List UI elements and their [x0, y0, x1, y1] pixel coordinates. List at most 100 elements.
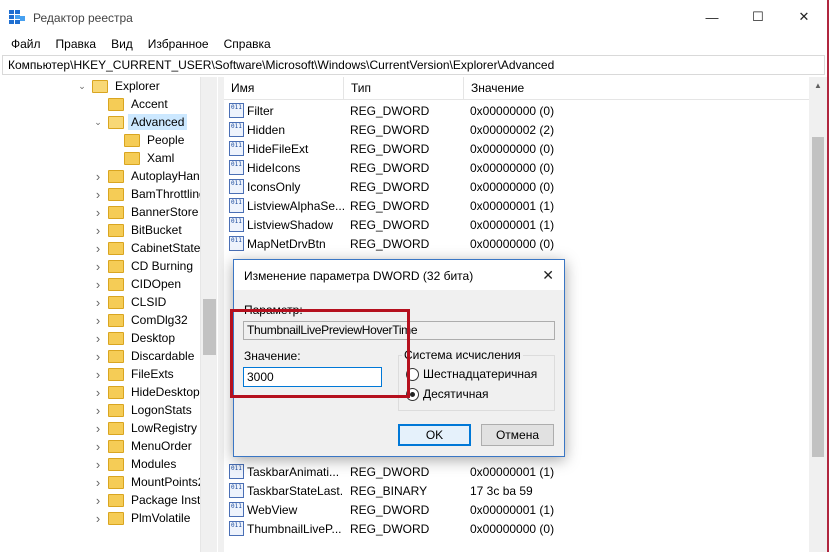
- radio-dec-icon[interactable]: [406, 387, 419, 401]
- table-row[interactable]: 011 110HideIcons REG_DWORD 0x00000000 (0): [224, 158, 809, 177]
- table-row[interactable]: 011 110IconsOnly REG_DWORD 0x00000000 (0): [224, 177, 809, 196]
- value-type: REG_DWORD: [350, 122, 430, 137]
- tree-item[interactable]: › MenuOrder: [92, 437, 195, 455]
- column-header-value[interactable]: Значение: [464, 77, 664, 100]
- chevron-right-icon[interactable]: ›: [92, 367, 104, 382]
- tree-item[interactable]: ⌄ Advanced: [92, 113, 188, 131]
- table-row[interactable]: 011 110MapNetDrvBtn REG_DWORD 0x00000000 (…: [224, 234, 809, 253]
- tree-item[interactable]: ⌄ Explorer: [76, 77, 163, 95]
- chevron-right-icon[interactable]: ›: [92, 511, 104, 526]
- tree-item[interactable]: › LogonStats: [92, 401, 195, 419]
- column-header-name[interactable]: Имя: [224, 77, 344, 100]
- chevron-right-icon[interactable]: ›: [92, 475, 104, 490]
- tree-item[interactable]: › Modules: [92, 455, 179, 473]
- dword-value-icon: 011 110: [229, 103, 244, 118]
- dword-value-icon: 011 110: [229, 217, 244, 232]
- cell-name: 011 110Filter: [224, 103, 344, 118]
- tree-item[interactable]: › CD Burning: [92, 257, 196, 275]
- tree-item[interactable]: › CabinetState: [92, 239, 203, 257]
- column-header-type[interactable]: Тип: [344, 77, 464, 100]
- tree-item[interactable]: › HideDesktopIc: [92, 383, 212, 401]
- chevron-right-icon[interactable]: ›: [92, 169, 104, 184]
- tree-item[interactable]: › BannerStore: [92, 203, 201, 221]
- table-row[interactable]: 011 110Hidden REG_DWORD 0x00000002 (2): [224, 120, 809, 139]
- table-row[interactable]: 011 110ListviewShadow REG_DWORD 0x00000001…: [224, 215, 809, 234]
- radio-hex-icon[interactable]: [406, 367, 419, 381]
- table-row[interactable]: 011 110ThumbnailLiveP... REG_DWORD 0x00000…: [224, 519, 809, 538]
- tree-item[interactable]: › PlmVolatile: [92, 509, 193, 527]
- table-row[interactable]: 011 110WebView REG_DWORD 0x00000001 (1): [224, 500, 809, 519]
- table-row[interactable]: 011 110ListviewAlphaSe... REG_DWORD 0x0000…: [224, 196, 809, 215]
- tree-item[interactable]: › AutoplayHand: [92, 167, 209, 185]
- chevron-right-icon[interactable]: ›: [92, 385, 104, 400]
- value-data: 0x00000000 (0): [470, 160, 555, 175]
- chevron-right-icon[interactable]: ›: [92, 331, 104, 346]
- table-row[interactable]: 011 110TaskbarStateLast... REG_BINARY 17 3…: [224, 481, 809, 500]
- radio-hex[interactable]: Шестнадцатеричная: [406, 367, 537, 381]
- chevron-right-icon[interactable]: ›: [92, 205, 104, 220]
- chevron-right-icon[interactable]: ›: [92, 493, 104, 508]
- tree-item[interactable]: › FileExts: [92, 365, 177, 383]
- chevron-right-icon[interactable]: ›: [92, 259, 104, 274]
- tree-scrollbar[interactable]: [200, 77, 217, 552]
- table-row[interactable]: 011 110TaskbarAnimati... REG_DWORD 0x00000…: [224, 462, 809, 481]
- tree-item[interactable]: › BitBucket: [92, 221, 185, 239]
- tree-item[interactable]: Accent: [92, 95, 171, 113]
- chevron-right-icon[interactable]: ›: [92, 187, 104, 202]
- tree-item-label: PlmVolatile: [131, 511, 191, 525]
- tree-item[interactable]: › Package Instal: [92, 491, 213, 509]
- value-name: ListviewAlphaSe...: [247, 198, 344, 213]
- chevron-right-icon[interactable]: ›: [92, 277, 104, 292]
- ok-button[interactable]: OK: [398, 424, 471, 446]
- tree-scroll-thumb[interactable]: [203, 299, 216, 355]
- chevron-right-icon[interactable]: ›: [92, 403, 104, 418]
- cancel-button[interactable]: Отмена: [481, 424, 554, 446]
- list-scrollbar[interactable]: ▲: [809, 77, 827, 552]
- menu-favorites[interactable]: Избранное: [141, 37, 217, 51]
- radio-dec[interactable]: Десятичная: [406, 387, 489, 401]
- tree-item[interactable]: People: [108, 131, 187, 149]
- tree-item[interactable]: › CIDOpen: [92, 275, 184, 293]
- chevron-right-icon[interactable]: ›: [92, 313, 104, 328]
- tree-item[interactable]: Xaml: [108, 149, 177, 167]
- list-scroll-thumb[interactable]: [812, 137, 824, 457]
- menu-file[interactable]: Файл: [4, 37, 49, 51]
- value-type: REG_DWORD: [350, 521, 430, 536]
- tree-item[interactable]: › Discardable: [92, 347, 197, 365]
- chevron-right-icon[interactable]: ›: [92, 421, 104, 436]
- chevron-down-icon[interactable]: ⌄: [92, 117, 104, 128]
- chevron-right-icon[interactable]: ›: [92, 295, 104, 310]
- folder-icon: [124, 133, 140, 147]
- dialog-close-icon[interactable]: ✕: [542, 267, 554, 284]
- value-name: Filter: [247, 103, 274, 118]
- chevron-right-icon[interactable]: ›: [92, 439, 104, 454]
- scroll-up-icon[interactable]: ▲: [809, 77, 827, 94]
- minimize-button[interactable]: —: [689, 0, 735, 34]
- table-row[interactable]: 011 110HideFileExt REG_DWORD 0x00000000 (0…: [224, 139, 809, 158]
- address-bar[interactable]: Компьютер\HKEY_CURRENT_USER\Software\Mic…: [2, 55, 825, 75]
- menu-edit[interactable]: Правка: [49, 37, 105, 51]
- tree-item[interactable]: › MountPoints2: [92, 473, 207, 491]
- cell-name: 011 110Hidden: [224, 122, 344, 137]
- chevron-right-icon[interactable]: ›: [92, 223, 104, 238]
- chevron-down-icon[interactable]: ⌄: [76, 81, 88, 92]
- tree-item[interactable]: › BamThrottling: [92, 185, 209, 203]
- menu-view[interactable]: Вид: [104, 37, 141, 51]
- value-input[interactable]: 3000: [243, 367, 382, 387]
- chevron-right-icon[interactable]: ›: [92, 349, 104, 364]
- chevron-right-icon[interactable]: ›: [92, 241, 104, 256]
- tree-item[interactable]: › LowRegistry: [92, 419, 200, 437]
- maximize-button[interactable]: ☐: [735, 0, 781, 34]
- close-button[interactable]: ✕: [781, 0, 827, 34]
- tree-item-label: BamThrottling: [131, 187, 206, 201]
- menu-help[interactable]: Справка: [217, 37, 279, 51]
- dialog-title-bar: Изменение параметра DWORD (32 бита) ✕: [234, 260, 564, 290]
- tree-item-label: People: [147, 133, 185, 147]
- tree-item[interactable]: › Desktop: [92, 329, 178, 347]
- tree-item[interactable]: › CLSID: [92, 293, 169, 311]
- cell-name: 011 110TaskbarAnimati...: [224, 464, 344, 479]
- title-bar: Редактор реестра — ☐ ✕: [0, 0, 827, 34]
- tree-item[interactable]: › ComDlg32: [92, 311, 191, 329]
- table-row[interactable]: 011 110Filter REG_DWORD 0x00000000 (0): [224, 101, 809, 120]
- chevron-right-icon[interactable]: ›: [92, 457, 104, 472]
